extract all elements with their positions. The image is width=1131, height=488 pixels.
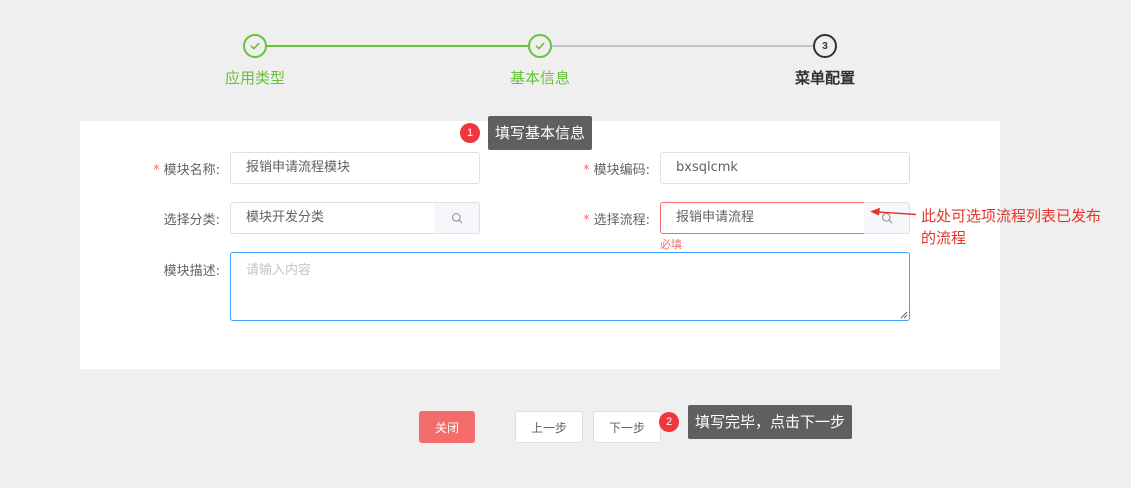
category-label: 选择分类: [163, 213, 220, 228]
annotation-2-badge: 2 [659, 412, 679, 432]
annotation-1-badge: 1 [460, 123, 480, 143]
process-note: 此处可选项流程列表已发布 的流程 [921, 207, 1102, 247]
close-button[interactable]: 关闭 [419, 411, 475, 443]
next-step-button[interactable]: 下一步 [593, 411, 661, 443]
step-1-title: 应用类型 [224, 69, 286, 87]
check-icon [250, 42, 260, 50]
module-code-input[interactable]: bxsqlcmk [660, 152, 910, 184]
step-2-circle [528, 34, 552, 58]
annotation-2-tooltip: 填写完毕，点击下一步 [688, 405, 853, 439]
step-2-title: 基本信息 [509, 69, 571, 87]
process-label: * 选择流程: [583, 213, 650, 228]
resize-grip-icon[interactable] [900, 311, 908, 319]
step-3-number: 3 [822, 40, 828, 52]
prev-step-button[interactable]: 上一步 [515, 411, 583, 443]
step-connector-pending [551, 45, 813, 47]
process-error-message: 必填 [660, 238, 682, 251]
step-1-circle [243, 34, 267, 58]
step-3-title: 菜单配置 [794, 69, 856, 87]
module-name-input[interactable]: 报销申请流程模块 [230, 152, 480, 184]
annotation-1-tooltip: 填写基本信息 [488, 116, 593, 150]
module-code-label: * 模块编码: [583, 163, 650, 178]
module-name-label: * 模块名称: [153, 163, 220, 178]
description-label: 模块描述: [163, 264, 220, 279]
category-input[interactable]: 模块开发分类 [230, 202, 435, 234]
step-connector-done [266, 45, 528, 47]
description-placeholder: 请输入内容 [246, 263, 312, 278]
category-search-button[interactable] [434, 202, 480, 234]
check-icon [535, 42, 545, 50]
description-textarea[interactable]: 请输入内容 [230, 252, 910, 321]
search-icon [451, 212, 462, 224]
process-input[interactable]: 报销申请流程 [660, 202, 865, 234]
step-3-circle: 3 [813, 34, 837, 58]
arrow-icon [870, 207, 917, 216]
